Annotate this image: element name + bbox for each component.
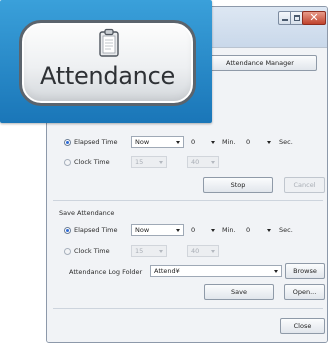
chevron-down-icon bbox=[211, 250, 215, 253]
stop-clock-hour-select[interactable]: 15 bbox=[131, 156, 167, 168]
save-clock-radio[interactable] bbox=[64, 248, 71, 255]
stop-elapsed-radio[interactable] bbox=[64, 139, 71, 146]
save-section-title: Save Attendance bbox=[59, 209, 115, 217]
stop-elapsed-label: Elapsed Time bbox=[74, 138, 118, 146]
save-clock-label: Clock Time bbox=[74, 247, 110, 255]
stop-button[interactable]: Stop bbox=[203, 177, 273, 193]
cancel-button[interactable]: Cancel bbox=[284, 177, 325, 193]
save-clock-hour-value: 15 bbox=[135, 247, 144, 255]
save-elapsed-label: Elapsed Time bbox=[74, 226, 118, 234]
stop-minutes-value: 0 bbox=[191, 138, 196, 146]
stop-clock-hour-value: 15 bbox=[135, 158, 144, 166]
section-divider bbox=[53, 200, 323, 201]
chevron-down-icon bbox=[211, 161, 215, 164]
chevron-down-icon bbox=[211, 141, 215, 144]
save-elapsed-select[interactable]: Now bbox=[131, 224, 184, 236]
window-close-button[interactable]: ✕ bbox=[302, 11, 326, 25]
stop-seconds-unit: Sec. bbox=[279, 138, 293, 146]
chevron-down-icon bbox=[267, 141, 271, 144]
attendance-callout: Attendance bbox=[0, 0, 212, 123]
attendance-ribbon-button[interactable]: Attendance bbox=[19, 20, 196, 106]
save-clock-minute-value: 40 bbox=[191, 247, 200, 255]
maximize-icon bbox=[294, 15, 300, 21]
save-seconds-unit: Sec. bbox=[279, 226, 293, 234]
save-seconds-select[interactable]: 0 bbox=[242, 224, 275, 236]
chevron-down-icon bbox=[274, 270, 278, 273]
save-elapsed-radio[interactable] bbox=[64, 227, 71, 234]
stop-clock-minute-value: 40 bbox=[191, 158, 200, 166]
save-clock-minute-select[interactable]: 40 bbox=[187, 245, 219, 257]
log-folder-value: Attend¥ bbox=[154, 267, 180, 275]
stop-clock-minute-select[interactable]: 40 bbox=[187, 156, 219, 168]
stop-minutes-select[interactable]: 0 bbox=[187, 136, 219, 148]
stop-clock-radio[interactable] bbox=[64, 159, 71, 166]
chevron-down-icon bbox=[159, 161, 163, 164]
chevron-down-icon bbox=[267, 229, 271, 232]
save-elapsed-value: Now bbox=[135, 226, 150, 234]
log-folder-label: Attendance Log Folder bbox=[69, 268, 143, 276]
stop-elapsed-value: Now bbox=[135, 138, 150, 146]
minimize-icon bbox=[282, 19, 288, 21]
chevron-down-icon bbox=[176, 229, 180, 232]
stop-clock-label: Clock Time bbox=[74, 158, 110, 166]
stop-seconds-select[interactable]: 0 bbox=[242, 136, 275, 148]
save-button[interactable]: Save bbox=[204, 284, 274, 300]
chevron-down-icon bbox=[176, 141, 180, 144]
save-seconds-value: 0 bbox=[246, 226, 251, 234]
save-minutes-value: 0 bbox=[191, 226, 196, 234]
chevron-down-icon bbox=[159, 250, 163, 253]
log-folder-select[interactable]: Attend¥ bbox=[150, 265, 282, 277]
attendance-label: Attendance bbox=[40, 62, 175, 90]
save-clock-hour-select[interactable]: 15 bbox=[131, 245, 167, 257]
save-minutes-select[interactable]: 0 bbox=[187, 224, 219, 236]
stop-minutes-unit: Min. bbox=[222, 138, 236, 146]
browse-button[interactable]: Browse bbox=[285, 263, 325, 279]
close-button[interactable]: Close bbox=[280, 318, 325, 334]
close-icon: ✕ bbox=[309, 11, 319, 24]
footer-divider bbox=[53, 308, 323, 309]
clipboard-icon bbox=[99, 28, 119, 57]
save-minutes-unit: Min. bbox=[222, 226, 236, 234]
chevron-down-icon bbox=[211, 229, 215, 232]
open-button[interactable]: Open... bbox=[284, 284, 325, 300]
stop-seconds-value: 0 bbox=[246, 138, 251, 146]
attendance-manager-button[interactable]: Attendance Manager bbox=[203, 55, 317, 71]
stop-elapsed-select[interactable]: Now bbox=[131, 136, 184, 148]
